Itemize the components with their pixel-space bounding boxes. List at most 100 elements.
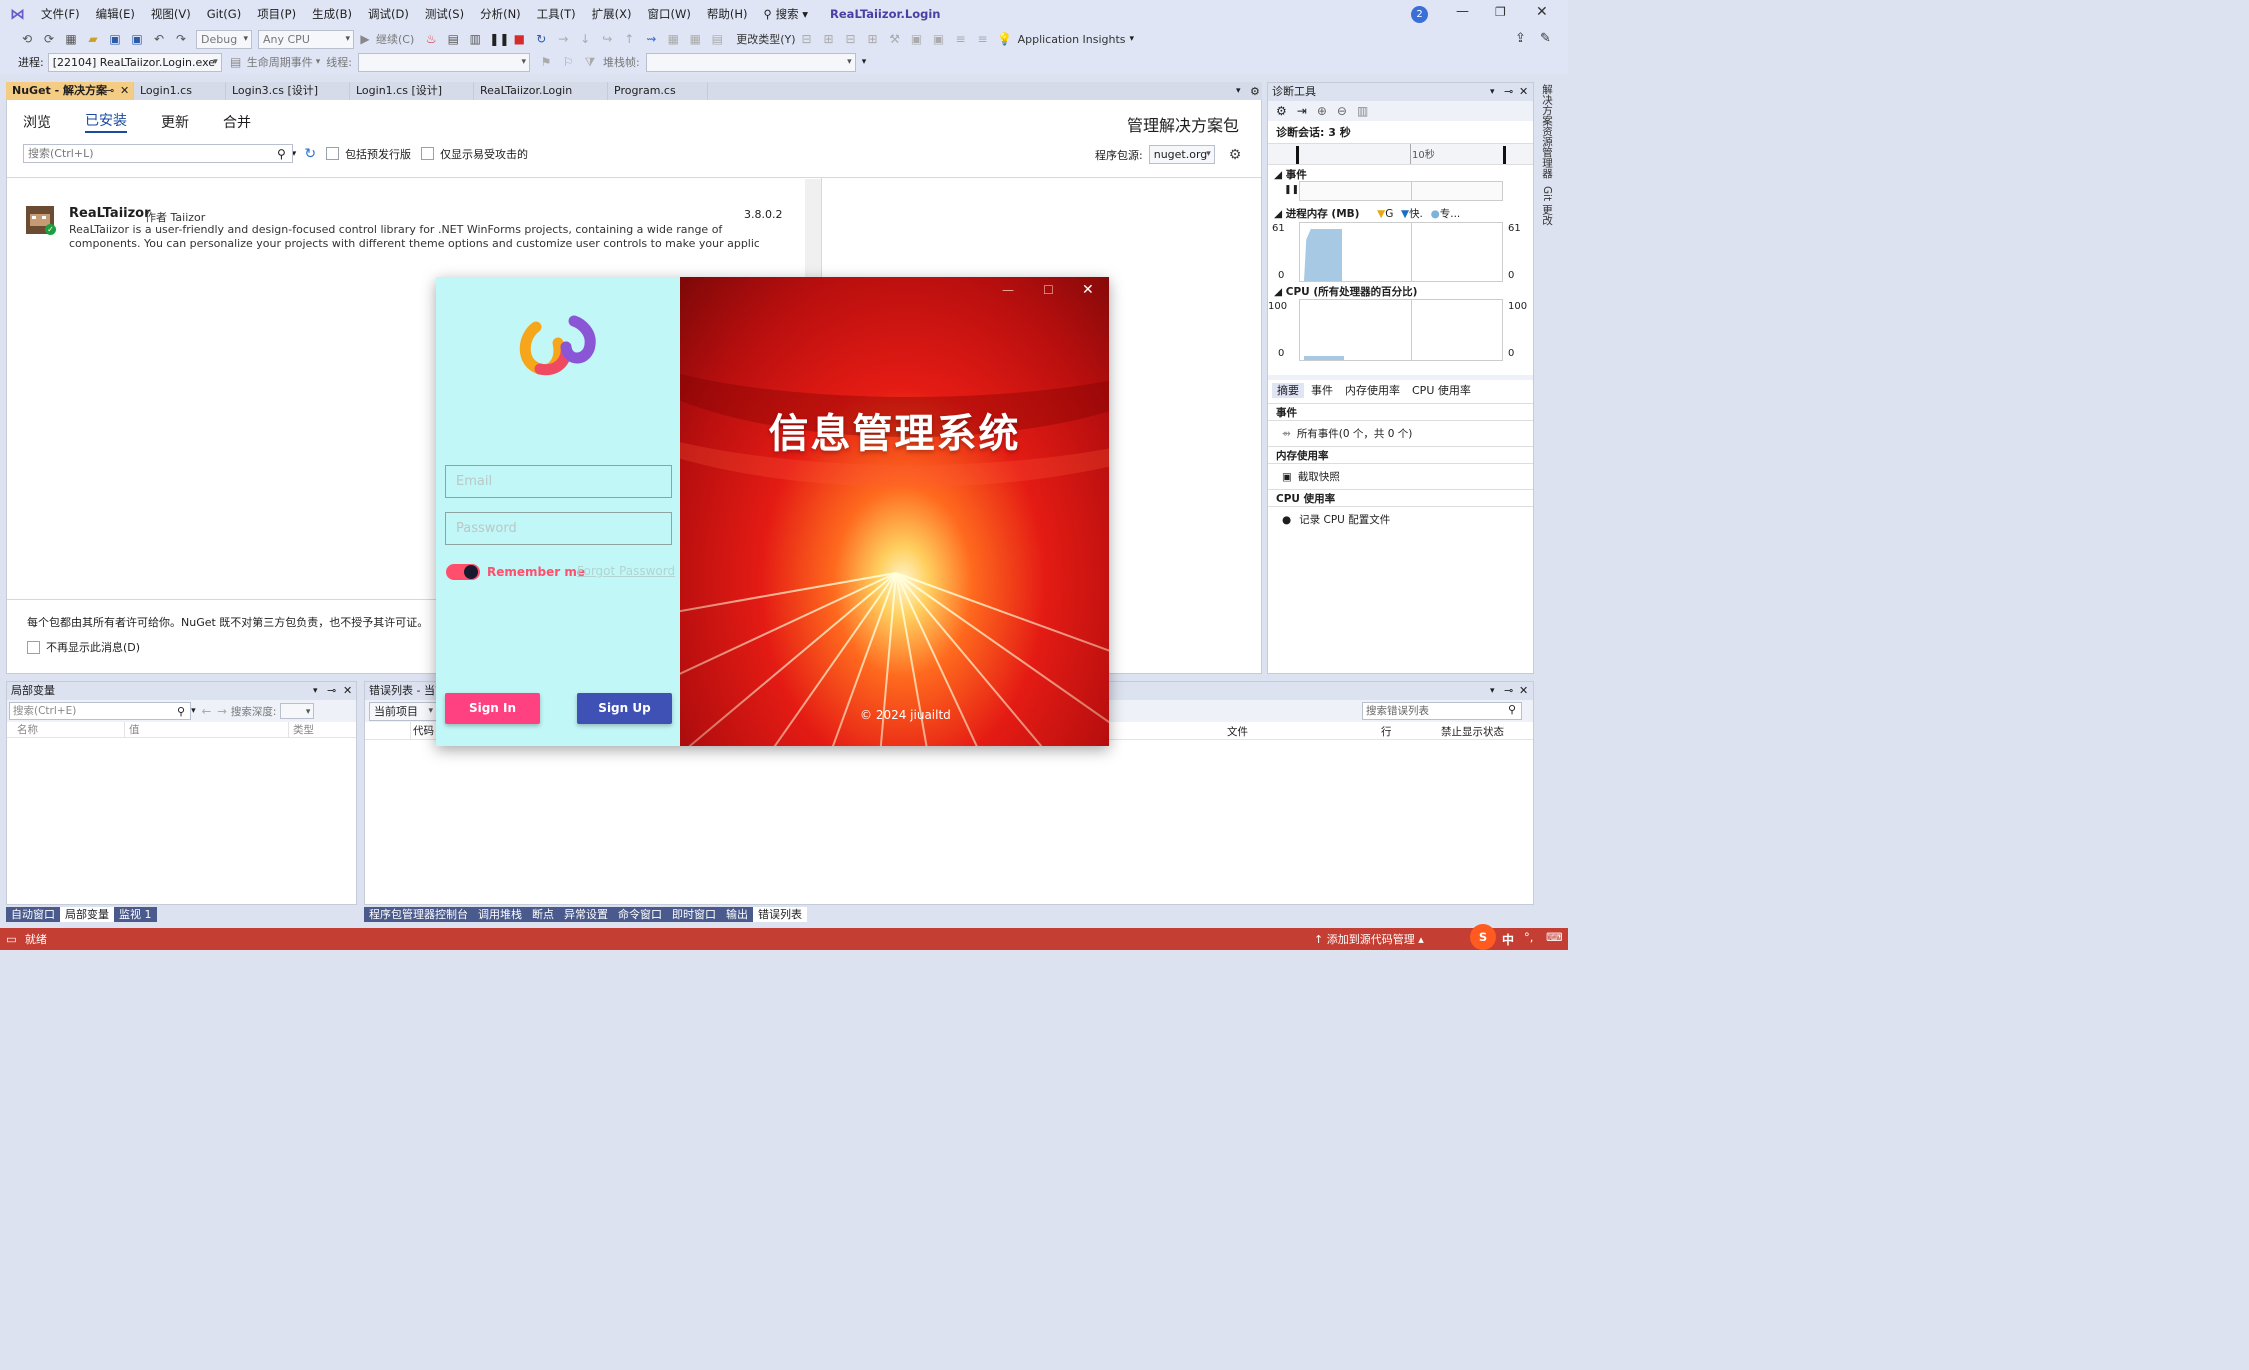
hot-reload-icon[interactable]: ♨ (423, 31, 439, 47)
notification-badge[interactable]: 2 (1411, 6, 1428, 23)
side-tab-solution-explorer[interactable]: 解决方案资源管理器 (1540, 84, 1555, 179)
tab-call-stack[interactable]: 调用堆栈 (473, 906, 527, 922)
tab-login1[interactable]: Login1.cs (134, 82, 226, 100)
menu-file[interactable]: 文件(F) (33, 0, 88, 28)
tab-events[interactable]: 事件 (1306, 383, 1338, 398)
flag2-icon[interactable]: ⚐ (560, 54, 576, 70)
source-control-button[interactable]: ↑ 添加到源代码管理 ▴ (1314, 931, 1424, 947)
forward-icon[interactable]: ⟳ (41, 31, 57, 47)
nuget-search-input[interactable]: 搜索(Ctrl+L) (23, 144, 293, 163)
share-icon[interactable]: ⇪ (1515, 31, 1526, 46)
tab-cpu-usage[interactable]: CPU 使用率 (1407, 383, 1476, 398)
remember-toggle[interactable] (446, 564, 480, 580)
search-icon[interactable]: ⚲ (1508, 703, 1516, 716)
tab-updates[interactable]: 更新 (161, 112, 189, 132)
keyboard-icon[interactable]: ⌨ (1546, 930, 1563, 944)
errors-close-icon[interactable]: ✕ (1519, 682, 1528, 700)
align4-icon[interactable]: ⊞ (865, 31, 881, 47)
menu-debug[interactable]: 调试(D) (360, 0, 417, 28)
errors-menu-icon[interactable]: ▾ (1490, 682, 1495, 700)
errors-search-input[interactable]: 搜索错误列表 (1362, 702, 1522, 720)
stack-frame-select[interactable] (645, 52, 856, 72)
step-out-icon[interactable]: ↑ (621, 31, 637, 47)
tab-settings-icon[interactable]: ⚙ (1250, 85, 1260, 98)
vs-logo-icon[interactable]: ⋈ (10, 5, 25, 23)
locals-search-input[interactable]: 搜索(Ctrl+E) (9, 702, 191, 720)
thread-select[interactable] (357, 52, 530, 72)
zoom-out-icon[interactable]: ⊖ (1337, 104, 1347, 118)
panel-close-icon[interactable]: ✕ (1519, 83, 1528, 101)
menu-tools[interactable]: 工具(T) (529, 0, 584, 28)
lightbulb-icon[interactable]: 💡 (997, 31, 1013, 47)
tab-login1-design[interactable]: Login1.cs [设计] (350, 82, 474, 100)
panel-pin-icon[interactable]: ⊸ (1504, 83, 1513, 101)
align-icon[interactable]: ⊟ (799, 31, 815, 47)
nav-back-icon[interactable]: ← (202, 704, 212, 718)
locals-pin-icon[interactable]: ⊸ (327, 682, 336, 700)
refresh-icon[interactable]: ↻ (304, 146, 316, 162)
col-line[interactable]: 行 (1381, 724, 1392, 739)
dont-show-checkbox[interactable] (27, 640, 40, 654)
email-field[interactable]: Email (445, 465, 672, 498)
col-value[interactable]: 值 (125, 722, 289, 737)
all-events-link[interactable]: ⇴ 所有事件(0 个，共 0 个) (1282, 426, 1412, 441)
forgot-password-link[interactable]: Forgot Password (577, 564, 675, 578)
tab-program[interactable]: Program.cs (608, 82, 708, 100)
change-type-button[interactable]: 更改类型(Y) (736, 31, 795, 47)
tab-autos[interactable]: 自动窗口 (6, 906, 60, 922)
layout-icon[interactable]: ▥ (467, 31, 483, 47)
tab-overflow-icon[interactable]: ▾ (1236, 86, 1241, 96)
punct-icon[interactable]: °, (1524, 930, 1533, 944)
side-tab-git-changes[interactable]: Git 更改 (1540, 186, 1555, 226)
restart-icon[interactable]: ↻ (533, 31, 549, 47)
sign-up-button[interactable]: Sign Up (577, 693, 672, 724)
open-folder-icon[interactable]: ▰ (85, 31, 101, 47)
locals-menu-icon[interactable]: ▾ (313, 682, 318, 700)
comment-icon[interactable]: ≡ (953, 31, 969, 47)
col-file[interactable]: 文件 (1227, 724, 1248, 739)
align3-icon[interactable]: ⊟ (843, 31, 859, 47)
ime-mode[interactable]: 中 (1502, 931, 1514, 948)
menu-analyze[interactable]: 分析(N) (472, 0, 529, 28)
tab-realtaiizor-login[interactable]: ReaLTaiizor.Login (474, 82, 608, 100)
search-menu[interactable]: ⚲ 搜索 ▾ (756, 0, 817, 28)
tab-consolidate[interactable]: 合并 (223, 112, 251, 132)
platform-select[interactable]: Any CPU (258, 29, 354, 49)
menu-build[interactable]: 生成(B) (304, 0, 360, 28)
take-snapshot-button[interactable]: ▣ 截取快照 (1282, 469, 1340, 484)
stop-icon[interactable]: ■ (511, 31, 527, 47)
login-maximize-icon[interactable]: ☐ (1043, 283, 1054, 297)
errors-pin-icon[interactable]: ⊸ (1504, 682, 1513, 700)
lifecycle-events[interactable]: 生命周期事件 (247, 54, 313, 70)
col-suppression[interactable]: 禁止显示状态 (1441, 724, 1504, 739)
browse-icon[interactable]: ▤ (445, 31, 461, 47)
col-code[interactable]: 代码 (411, 723, 434, 738)
tab-output[interactable]: 输出 (721, 906, 753, 922)
step-into-icon[interactable]: ↓ (577, 31, 593, 47)
col-type[interactable]: 类型 (289, 722, 314, 737)
new-project-icon[interactable]: ▦ (63, 31, 79, 47)
menu-git[interactable]: Git(G) (199, 0, 250, 28)
menu-edit[interactable]: 编辑(E) (88, 0, 143, 28)
login-minimize-icon[interactable]: — (1002, 283, 1014, 297)
gear-icon[interactable]: ⚙ (1229, 147, 1242, 163)
vulnerable-checkbox[interactable] (421, 147, 435, 160)
config-select[interactable]: Debug (196, 29, 252, 49)
pause-events-icon[interactable]: ❚❚ (1284, 185, 1299, 195)
tab-immediate[interactable]: 即时窗口 (667, 906, 721, 922)
sign-in-button[interactable]: Sign In (445, 693, 540, 724)
source-select[interactable]: nuget.org (1148, 145, 1215, 164)
grid2-icon[interactable]: ▦ (687, 31, 703, 47)
lifecycle-icon[interactable]: ▤ (228, 54, 244, 70)
undo-icon[interactable]: ↶ (151, 31, 167, 47)
filter-icon[interactable]: ⧩ (582, 54, 598, 70)
menu-project[interactable]: 项目(P) (249, 0, 304, 28)
format2-icon[interactable]: ▣ (931, 31, 947, 47)
tab-command[interactable]: 命令窗口 (613, 906, 667, 922)
errors-scope-select[interactable]: 当前项目 (369, 701, 437, 721)
feedback-icon[interactable]: ✎ (1540, 31, 1551, 46)
sql-icon[interactable]: ▤ (709, 31, 725, 47)
login-close-icon[interactable]: ✕ (1082, 282, 1094, 298)
tab-browse[interactable]: 浏览 (23, 112, 51, 132)
panel-menu-icon[interactable]: ▾ (1490, 83, 1495, 101)
